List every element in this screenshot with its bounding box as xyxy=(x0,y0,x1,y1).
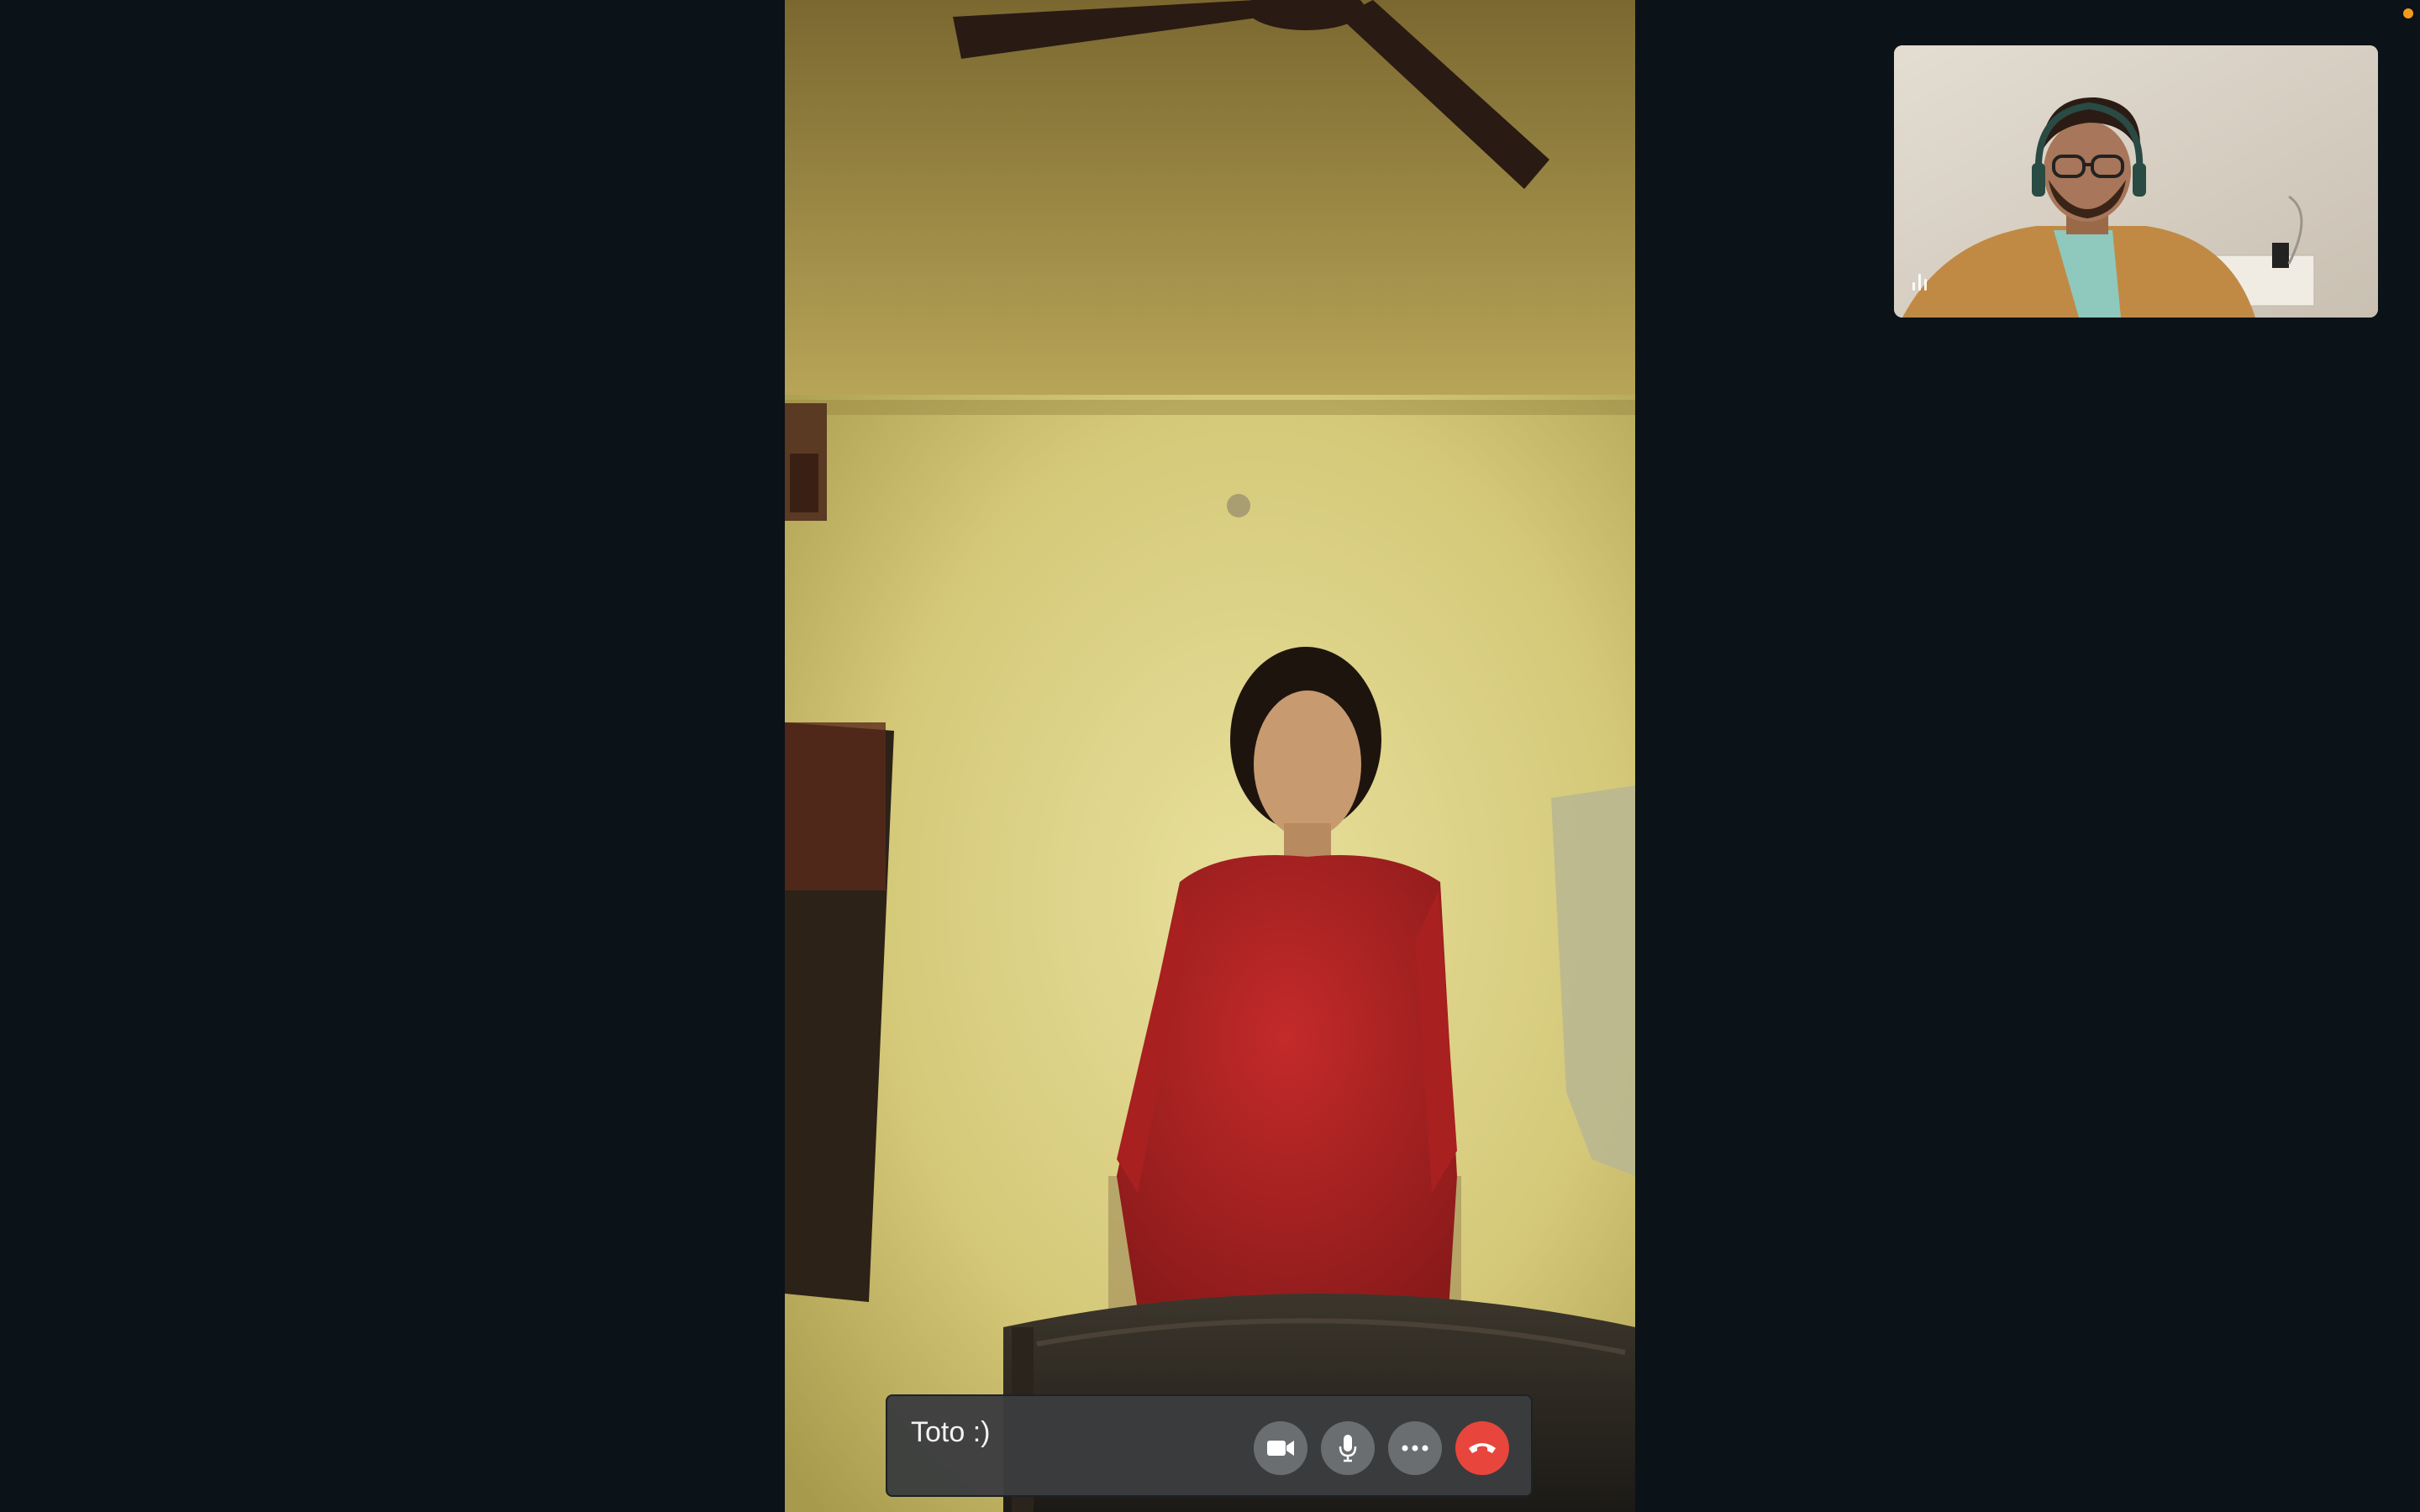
camera-in-use-indicator xyxy=(2403,8,2413,18)
microphone-icon xyxy=(1339,1435,1357,1462)
toggle-camera-button[interactable] xyxy=(1254,1421,1307,1475)
remote-video-frame xyxy=(785,0,1635,1512)
video-camera-icon xyxy=(1267,1441,1294,1456)
more-options-button[interactable] xyxy=(1388,1421,1442,1475)
phone-hangup-icon xyxy=(1469,1443,1496,1453)
participant-name: Toto :) xyxy=(911,1416,991,1448)
self-view-frame xyxy=(1894,45,2378,318)
remote-participant-video xyxy=(785,0,1635,1512)
more-options-icon xyxy=(1402,1445,1428,1452)
audio-level-indicator xyxy=(1912,272,1927,291)
call-control-bar: Toto :) xyxy=(886,1394,1533,1497)
hang-up-button[interactable] xyxy=(1455,1421,1509,1475)
self-view-video[interactable] xyxy=(1894,45,2378,318)
toggle-microphone-button[interactable] xyxy=(1321,1421,1375,1475)
video-call-window: Toto :) xyxy=(0,0,2420,1512)
